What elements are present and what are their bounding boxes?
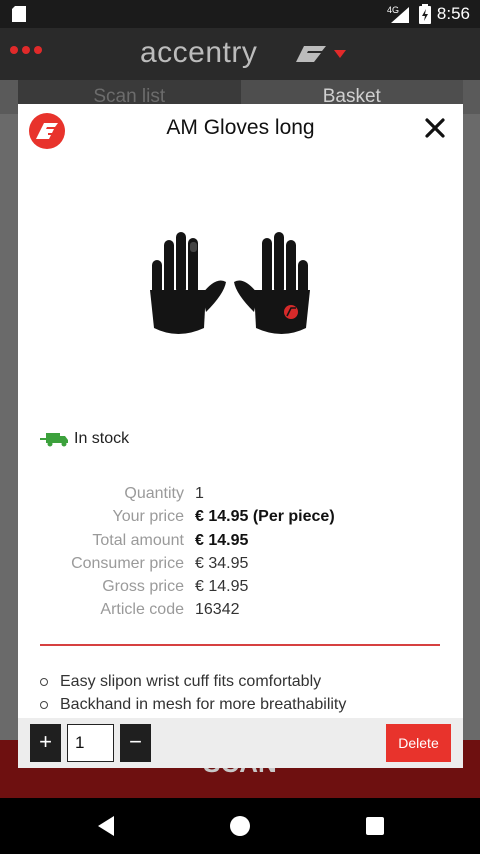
status-time: 8:56 bbox=[436, 4, 470, 23]
stock-status: In stock bbox=[40, 430, 129, 448]
bullet-icon bbox=[40, 677, 48, 686]
battery-icon bbox=[418, 4, 431, 24]
detail-row-total-amount: Total amount € 14.95 bbox=[40, 529, 450, 552]
hp-logo-icon bbox=[29, 113, 65, 149]
detail-row-your-price: Your price € 14.95 (Per piece) bbox=[40, 505, 450, 528]
menu-dots-icon[interactable] bbox=[10, 46, 42, 54]
recent-apps-icon[interactable] bbox=[366, 817, 384, 835]
home-icon[interactable] bbox=[230, 816, 250, 836]
list-item: Backhand in mesh for more breathability bbox=[40, 693, 346, 716]
system-nav-bar bbox=[0, 798, 480, 854]
detail-value: € 14.95 (Per piece) bbox=[195, 508, 335, 526]
product-image bbox=[150, 232, 310, 334]
detail-value: € 14.95 bbox=[195, 531, 249, 549]
modal-footer: + − Delete bbox=[18, 718, 463, 768]
divider bbox=[40, 644, 440, 646]
detail-row-consumer-price: Consumer price € 34.95 bbox=[40, 552, 450, 575]
detail-label: Gross price bbox=[102, 578, 184, 596]
detail-label: Quantity bbox=[124, 485, 184, 502]
truck-icon bbox=[40, 433, 68, 447]
stock-label: In stock bbox=[74, 430, 130, 447]
cell-signal-icon: 4G bbox=[387, 5, 409, 23]
quantity-increase-button[interactable]: + bbox=[30, 724, 61, 762]
product-title: AM Gloves long bbox=[166, 116, 315, 139]
detail-row-gross-price: Gross price € 14.95 bbox=[40, 575, 450, 598]
brand-name: accentry bbox=[140, 36, 258, 69]
bullet-icon bbox=[40, 700, 48, 709]
detail-label: Article code bbox=[100, 601, 184, 619]
quantity-input[interactable] bbox=[67, 724, 114, 762]
sd-card-icon bbox=[12, 6, 26, 22]
detail-value: 1 bbox=[195, 485, 204, 502]
status-bar: 4G 8:56 bbox=[0, 0, 480, 28]
product-modal: AM Gloves long In stock Quantity 1 Your … bbox=[18, 104, 463, 768]
detail-row-article-code: Article code 16342 bbox=[40, 598, 450, 621]
detail-label: Your price bbox=[112, 508, 184, 526]
close-icon[interactable] bbox=[423, 116, 447, 140]
product-details: Quantity 1 Your price € 14.95 (Per piece… bbox=[40, 482, 450, 622]
feature-text: Backhand in mesh for more breathability bbox=[60, 695, 347, 713]
status-icons: 4G 8:56 bbox=[387, 3, 470, 25]
network-type-label: 4G bbox=[387, 5, 399, 15]
detail-label: Total amount bbox=[92, 531, 184, 549]
feature-text: Easy slipon wrist cuff fits comfortably bbox=[60, 672, 322, 690]
back-icon[interactable] bbox=[96, 815, 116, 837]
app-header: accentry bbox=[0, 28, 480, 80]
delete-button[interactable]: Delete bbox=[386, 724, 451, 762]
detail-row-quantity: Quantity 1 bbox=[40, 482, 450, 505]
detail-label: Consumer price bbox=[71, 554, 184, 572]
feature-list: Easy slipon wrist cuff fits comfortably … bbox=[40, 670, 346, 716]
list-item: Easy slipon wrist cuff fits comfortably bbox=[40, 670, 346, 693]
brand-dropdown-icon[interactable] bbox=[292, 42, 348, 66]
quantity-decrease-button[interactable]: − bbox=[120, 724, 151, 762]
detail-value: € 34.95 bbox=[195, 554, 249, 572]
detail-value: € 14.95 bbox=[195, 578, 249, 596]
detail-value: 16342 bbox=[195, 601, 240, 619]
